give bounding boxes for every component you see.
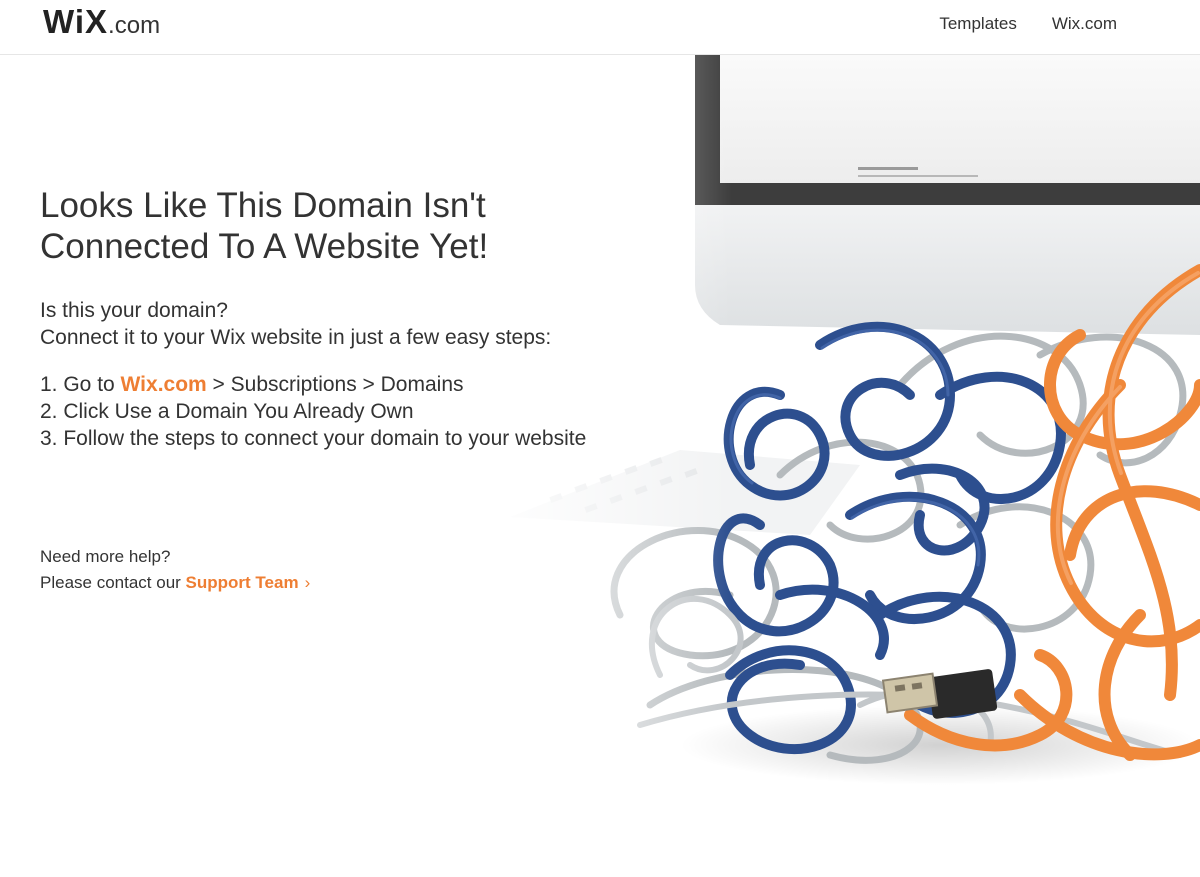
page-title: Looks Like This Domain Isn't Connected T…: [40, 185, 660, 267]
wix-logo[interactable]: WiX .com: [43, 3, 160, 43]
step-1-prefix: 1. Go to: [40, 373, 121, 396]
step-1-suffix: > Subscriptions > Domains: [206, 373, 464, 396]
help-line-1: Need more help?: [40, 547, 171, 566]
help-section: Need more help? Please contact our Suppo…: [40, 544, 660, 596]
logo-main: WiX: [43, 3, 109, 40]
step-2: 2. Click Use a Domain You Already Own: [40, 400, 414, 423]
headline-line-2: Connected To A Website Yet!: [40, 227, 489, 266]
intro-line-2: Connect it to your Wix website in just a…: [40, 326, 552, 349]
top-nav: Templates Wix.com: [939, 14, 1117, 34]
intro-text: Is this your domain? Connect it to your …: [40, 297, 660, 351]
step-1: 1. Go to Wix.com > Subscriptions > Domai…: [40, 371, 660, 398]
intro-line-1: Is this your domain?: [40, 299, 228, 322]
logo-suffix: .com: [108, 12, 161, 39]
main-content: Looks Like This Domain Isn't Connected T…: [40, 185, 660, 596]
headline-line-1: Looks Like This Domain Isn't: [40, 186, 486, 225]
help-line-2-prefix: Please contact our: [40, 573, 186, 592]
top-bar: WiX .com Templates Wix.com: [0, 0, 1200, 55]
nav-wix-link[interactable]: Wix.com: [1052, 14, 1117, 34]
support-team-link[interactable]: Support Team ›: [186, 573, 311, 592]
wix-com-link[interactable]: Wix.com: [121, 373, 207, 396]
steps-list: 1. Go to Wix.com > Subscriptions > Domai…: [40, 371, 660, 452]
support-team-label: Support Team: [185, 573, 299, 592]
nav-templates-link[interactable]: Templates: [939, 14, 1016, 34]
step-3: 3. Follow the steps to connect your doma…: [40, 427, 587, 450]
chevron-right-icon: ›: [304, 573, 311, 592]
